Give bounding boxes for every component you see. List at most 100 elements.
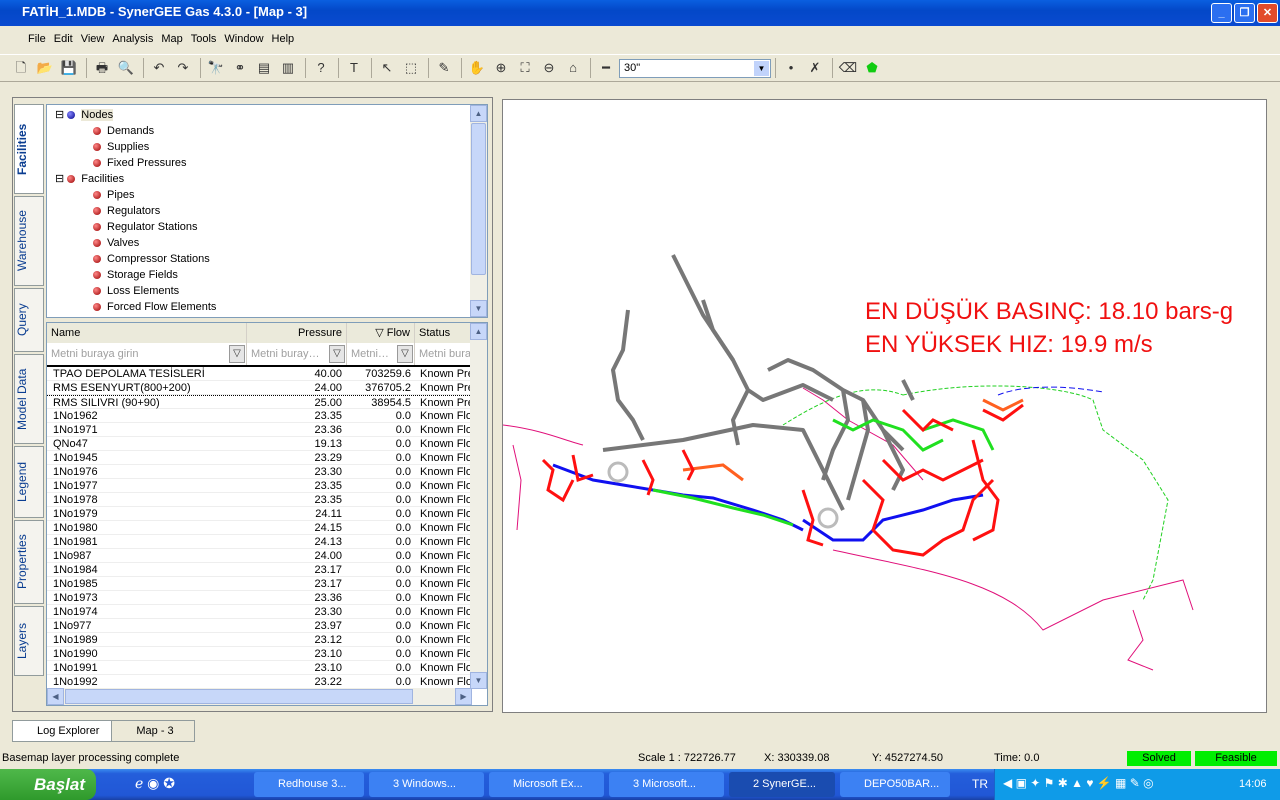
tree-item[interactable]: Storage Fields	[93, 267, 178, 283]
tree-item[interactable]: Loss Elements	[93, 283, 179, 299]
edit-icon[interactable]: ✎	[433, 58, 455, 78]
table-row[interactable]: 1No1973 23.36 0.0 Known Flo	[47, 591, 472, 605]
menu-map[interactable]: Map	[161, 33, 182, 45]
report-icon[interactable]: ▤	[253, 58, 275, 78]
redo-icon[interactable]: ↷	[172, 58, 194, 78]
chart-icon[interactable]: ▥	[277, 58, 299, 78]
table-row[interactable]: 1No1978 23.35 0.0 Known Flo	[47, 493, 472, 507]
grid-hscrollbar[interactable]: ◀ ▶	[47, 688, 472, 705]
zoom-home-icon[interactable]: ⌂	[562, 58, 584, 78]
task-word[interactable]: 3 Microsoft...	[609, 772, 724, 797]
table-row[interactable]: 1No1962 23.35 0.0 Known Flo	[47, 409, 472, 423]
task-windows[interactable]: 3 Windows...	[369, 772, 484, 797]
table-row[interactable]: 1No1990 23.10 0.0 Known Flo	[47, 647, 472, 661]
table-row[interactable]: 1No1980 24.15 0.0 Known Flo	[47, 521, 472, 535]
scroll-up-button[interactable]: ▲	[470, 323, 487, 340]
print-icon[interactable]: 🖶	[91, 58, 113, 78]
close-button[interactable]: ✕	[1257, 3, 1278, 23]
tab-facilities[interactable]: Facilities	[14, 104, 44, 194]
table-row[interactable]: 1No1977 23.35 0.0 Known Flo	[47, 479, 472, 493]
select-region-icon[interactable]: ⬚	[400, 58, 422, 78]
tree-item[interactable]: Supplies	[93, 139, 149, 155]
task-excel[interactable]: Microsoft Ex...	[489, 772, 604, 797]
task-synergee[interactable]: 2 SynerGE...	[729, 772, 835, 797]
maximize-button[interactable]: ❐	[1234, 3, 1255, 23]
tab-log-explorer[interactable]: Log Explorer	[12, 720, 113, 742]
open-icon[interactable]: 📂	[34, 58, 56, 78]
start-button[interactable]: Başlat	[0, 769, 96, 800]
table-row[interactable]: TPAO DEPOLAMA TESİSLERİ 40.00 703259.6 Know…	[47, 367, 472, 381]
scroll-right-button[interactable]: ▶	[455, 688, 472, 705]
table-row[interactable]: 1No1979 24.11 0.0 Known Flo	[47, 507, 472, 521]
quick-launch-icons[interactable]: ℯ ◉ ✪	[135, 775, 175, 792]
col-header-name[interactable]: Name	[47, 323, 247, 343]
scroll-up-button[interactable]: ▲	[470, 105, 487, 122]
add-node-icon[interactable]: •	[780, 58, 802, 78]
task-depo50bar[interactable]: DEPO50BAR...	[840, 772, 950, 797]
select-arrow-icon[interactable]: ↖	[376, 58, 398, 78]
map-view[interactable]: EN DÜŞÜK BASINÇ: 18.10 bars-g EN YÜKSEK …	[502, 99, 1267, 713]
tree-scrollbar[interactable]: ▲ ▼	[470, 105, 487, 317]
filter-icon[interactable]: ▽	[329, 345, 345, 363]
table-row[interactable]: 1No1971 23.36 0.0 Known Flo	[47, 423, 472, 437]
scroll-left-button[interactable]: ◀	[47, 688, 64, 705]
tree-item[interactable]: Fixed Pressures	[93, 155, 186, 171]
table-row[interactable]: 1No1991 23.10 0.0 Known Flo	[47, 661, 472, 675]
tree-item[interactable]: Forced Flow Elements	[93, 299, 216, 315]
table-row[interactable]: 1No1989 23.12 0.0 Known Flo	[47, 633, 472, 647]
delete-node-icon[interactable]: ✗	[804, 58, 826, 78]
find-icon[interactable]: 🔭	[205, 58, 227, 78]
filter-status[interactable]: Metni bura	[415, 343, 473, 365]
table-row[interactable]: QNo47 19.13 0.0 Known Flo	[47, 437, 472, 451]
table-row[interactable]: 1No1984 23.17 0.0 Known Flo	[47, 563, 472, 577]
polygon-icon[interactable]: ⬟	[861, 58, 883, 78]
help-icon[interactable]: ?	[310, 58, 332, 78]
menu-analysis[interactable]: Analysis	[112, 33, 153, 45]
save-icon[interactable]: 💾	[58, 58, 80, 78]
tree-item[interactable]: Demands	[93, 123, 154, 139]
tray-icons[interactable]: ◀ ▣ ✦ ⚑ ✱ ▲ ♥ ⚡ ▦ ✎ ◎	[1003, 776, 1154, 790]
tree-item[interactable]: Regulators	[93, 203, 160, 219]
scroll-thumb[interactable]	[471, 123, 486, 275]
undo-icon[interactable]: ↶	[148, 58, 170, 78]
menu-edit[interactable]: Edit	[54, 33, 73, 45]
col-header-flow[interactable]: ▽ Flow	[347, 323, 415, 343]
new-icon[interactable]: 🗋	[10, 58, 32, 78]
print-preview-icon[interactable]: 🔍	[115, 58, 137, 78]
tab-legend[interactable]: Legend	[14, 446, 44, 518]
text-icon[interactable]: T	[343, 58, 365, 78]
tree-node-facilities[interactable]: ⊟ Facilities	[55, 171, 124, 187]
table-row[interactable]: 1No977 23.97 0.0 Known Flo	[47, 619, 472, 633]
table-row[interactable]: 1No1945 23.29 0.0 Known Flo	[47, 451, 472, 465]
tree-item[interactable]: Regulator Stations	[93, 219, 198, 235]
filter-icon[interactable]: ▽	[397, 345, 413, 363]
tree-item[interactable]: Pipes	[93, 187, 135, 203]
zoom-in-icon[interactable]: ⊕	[490, 58, 512, 78]
filter-flow[interactable]: Metni… ▽	[347, 343, 415, 365]
menu-tools[interactable]: Tools	[191, 33, 217, 45]
scroll-thumb[interactable]	[65, 689, 413, 704]
table-row[interactable]: 1No1981 24.13 0.0 Known Flo	[47, 535, 472, 549]
menu-view[interactable]: View	[81, 33, 105, 45]
minimize-button[interactable]: _	[1211, 3, 1232, 23]
tab-model-data[interactable]: Model Data	[14, 354, 44, 444]
filter-pressure[interactable]: Metni buray… ▽	[247, 343, 347, 365]
tab-query[interactable]: Query	[14, 288, 44, 352]
zoom-select[interactable]: 30" ▼	[619, 58, 771, 78]
grid-scrollbar[interactable]: ▲ ▼	[470, 323, 487, 689]
zoom-out-icon[interactable]: ⊖	[538, 58, 560, 78]
tab-warehouse[interactable]: Warehouse	[14, 196, 44, 286]
table-row[interactable]: RMS SILIVRI (90+90) 25.00 38954.5 Known Pre	[47, 395, 472, 409]
menu-file[interactable]: File	[28, 33, 46, 45]
tab-properties[interactable]: Properties	[14, 520, 44, 604]
table-row[interactable]: 1No1974 23.30 0.0 Known Flo	[47, 605, 472, 619]
col-header-pressure[interactable]: Pressure	[247, 323, 347, 343]
language-indicator[interactable]: TR	[972, 777, 988, 791]
network-icon[interactable]: ⚭	[229, 58, 251, 78]
scroll-down-button[interactable]: ▼	[470, 672, 487, 689]
task-redhouse[interactable]: Redhouse 3...	[254, 772, 364, 797]
tree-item[interactable]: Valves	[93, 235, 139, 251]
chevron-down-icon[interactable]: ▼	[754, 60, 769, 76]
zoom-extent-icon[interactable]: ⛶	[514, 58, 536, 78]
table-row[interactable]: 1No1985 23.17 0.0 Known Flo	[47, 577, 472, 591]
